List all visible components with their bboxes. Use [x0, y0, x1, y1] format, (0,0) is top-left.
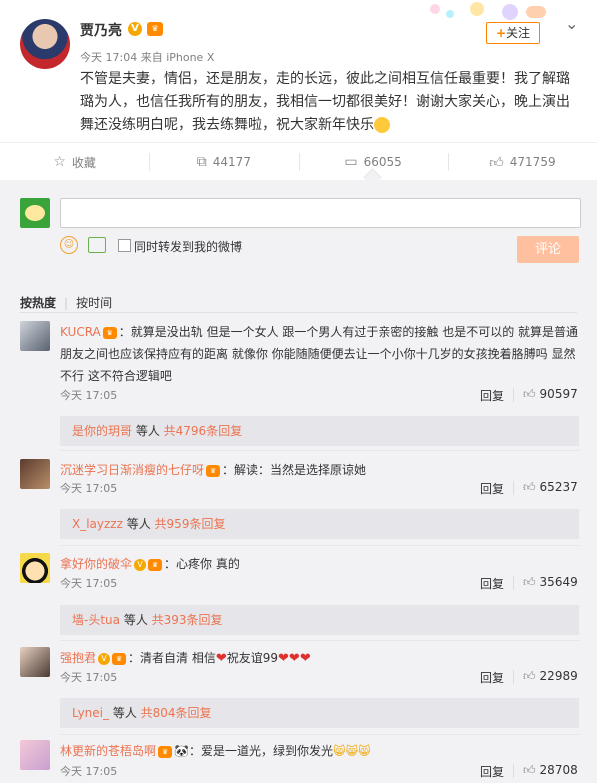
like-count-button[interactable]: 👍︎ 90597 — [523, 387, 578, 402]
weibo-post-card: 贾乃亮 V ♛ 今天 17:04 来自 iPhone X +关注 ⌄ 不管是夫妻… — [0, 0, 597, 181]
comment-text: 林更新的苍梧岛啊 ♛ 🐼：爱是一道光，绿到你发光😸😸😸 — [60, 744, 371, 758]
repost-button[interactable]: ⧉ 44177 — [149, 143, 298, 181]
comment-text: 拿好你的破伞 V ♛ ：心疼你 真的 — [60, 557, 240, 571]
member-crown-icon: ♛ — [102, 326, 117, 339]
member-crown-icon: ♛ — [158, 745, 173, 758]
tab-sort-time[interactable]: 按时间 — [76, 294, 112, 311]
plus-icon: + — [495, 26, 507, 40]
sub-replies-summary[interactable]: X_layzzz 等人 共959条回复 — [60, 509, 579, 539]
post: 贾乃亮 V ♛ 今天 17:04 来自 iPhone X +关注 ⌄ 不管是夫妻… — [0, 0, 597, 142]
author-name[interactable]: 贾乃亮 — [80, 20, 122, 40]
post-meta: 今天 17:04 来自 iPhone X — [80, 49, 214, 65]
commenter-avatar[interactable] — [20, 459, 50, 489]
commenter-avatar[interactable] — [20, 740, 50, 770]
verified-icon: V — [98, 652, 111, 665]
comment-input[interactable] — [60, 198, 581, 228]
thumbs-up-icon: 👍︎ — [523, 575, 536, 589]
star-icon: ☆ — [53, 154, 66, 170]
comment-time: 今天 17:05 — [60, 577, 118, 590]
repost-checkbox[interactable] — [118, 239, 131, 252]
thumbs-up-icon: 👍︎ — [523, 763, 536, 777]
comment-text: 强抱君 V ♛ ：清者自清 相信❤祝友谊99❤❤❤ — [60, 651, 311, 666]
my-avatar — [20, 198, 50, 228]
smiley-emoji-icon: 😸😸😸 — [332, 744, 371, 758]
comment-icon: ▭ — [344, 154, 358, 170]
member-crown-icon: ♛ — [206, 464, 221, 477]
follow-label: 关注 — [506, 26, 531, 40]
repost-icon: ⧉ — [196, 154, 207, 170]
author-avatar[interactable] — [20, 19, 70, 69]
chevron-down-icon[interactable]: ⌄ — [565, 14, 578, 33]
emoji-picker-icon[interactable]: ☺ — [60, 236, 78, 254]
divider — [20, 312, 577, 313]
image-upload-icon[interactable] — [88, 237, 106, 253]
member-crown-icon: ♛ — [147, 22, 163, 36]
comment-time: 今天 17:05 — [60, 671, 118, 684]
favorite-button[interactable]: ☆ 收藏 — [0, 143, 149, 181]
like-button[interactable]: 👍︎ 471759 — [447, 143, 597, 181]
commenter-avatar[interactable] — [20, 647, 50, 677]
comment-time: 今天 17:05 — [60, 765, 118, 778]
like-count-button[interactable]: 👍︎ 28708 — [523, 763, 578, 778]
comment-time: 今天 17:05 — [60, 482, 118, 495]
thumbs-up-icon: 👍︎ — [523, 480, 536, 494]
sub-replies-summary[interactable]: Lynei_ 等人 共804条回复 — [60, 698, 579, 728]
commenter-name[interactable]: 拿好你的破伞 — [60, 557, 132, 571]
tab-sort-hot[interactable]: 按热度 — [20, 294, 56, 311]
commenter-avatar[interactable] — [20, 553, 50, 583]
smile-emoji-icon — [374, 117, 390, 133]
heart-emoji-icon: ❤ — [215, 651, 227, 666]
comment-text: KUCRA ♛ ：就算是没出轨 但是一个女人 跟一个男人有过于亲密的接触 也是不可以… — [60, 325, 579, 383]
reply-button[interactable]: 回复 — [480, 763, 504, 780]
like-count-button[interactable]: 👍︎ 65237 — [523, 480, 578, 495]
thumbs-up-icon: 👍︎ — [523, 387, 536, 401]
reply-button[interactable]: 回复 — [480, 575, 504, 592]
sub-replies-summary[interactable]: 墙-头tua 等人 共393条回复 — [60, 605, 579, 635]
panda-icon: 🐼 — [174, 744, 189, 758]
sub-replies-summary[interactable]: 是你的玥哥 等人 共4796条回复 — [60, 416, 579, 446]
post-content: 不管是夫妻，情侣，还是朋友，走的长远，彼此之间相互信任最重要！我了解璐璐为人，也… — [80, 71, 570, 133]
post-time[interactable]: 今天 17:04 — [80, 51, 137, 64]
member-crown-icon: ♛ — [112, 652, 127, 665]
reply-button[interactable]: 回复 — [480, 387, 504, 404]
heart-emoji-icon: ❤❤❤ — [278, 651, 311, 666]
like-count-button[interactable]: 👍︎ 22989 — [523, 669, 578, 684]
reply-button[interactable]: 回复 — [480, 669, 504, 686]
sort-tabs: 按热度 | 按时间 — [20, 294, 113, 311]
decoration-banner — [430, 0, 550, 22]
reply-button[interactable]: 回复 — [480, 480, 504, 497]
thumbs-up-icon: 👍︎ — [489, 154, 504, 171]
repost-checkbox-label: 同时转发到我的微博 — [134, 240, 243, 254]
member-crown-icon: ♛ — [148, 558, 163, 571]
like-count-button[interactable]: 👍︎ 35649 — [523, 575, 578, 590]
commenter-name[interactable]: 沉迷学习日渐消瘦的七仔呀 — [60, 463, 204, 477]
commenter-avatar[interactable] — [20, 321, 50, 351]
commenter-name[interactable]: 林更新的苍梧岛啊 — [60, 744, 156, 758]
commenter-name[interactable]: 强抱君 — [60, 651, 96, 665]
submit-comment-button[interactable]: 评论 — [517, 236, 579, 263]
comment-time: 今天 17:05 — [60, 389, 118, 402]
follow-button[interactable]: +关注 — [486, 22, 540, 44]
verified-icon: V — [128, 22, 142, 36]
post-source: 来自 iPhone X — [140, 51, 215, 64]
comment-text: 沉迷学习日渐消瘦的七仔呀 ♛ ：解读：当然是选择原谅她 — [60, 463, 367, 477]
action-bar: ☆ 收藏 ⧉ 44177 ▭ 66055 👍︎ 471759 — [0, 142, 597, 181]
thumbs-up-icon: 👍︎ — [523, 669, 536, 683]
verified-icon: V — [134, 558, 147, 571]
comment-section: ☺ 同时转发到我的微博 评论 按热度 | 按时间 KUCRA ♛ ：就算是没出轨 但是一… — [0, 180, 597, 783]
commenter-name[interactable]: KUCRA — [60, 325, 101, 339]
